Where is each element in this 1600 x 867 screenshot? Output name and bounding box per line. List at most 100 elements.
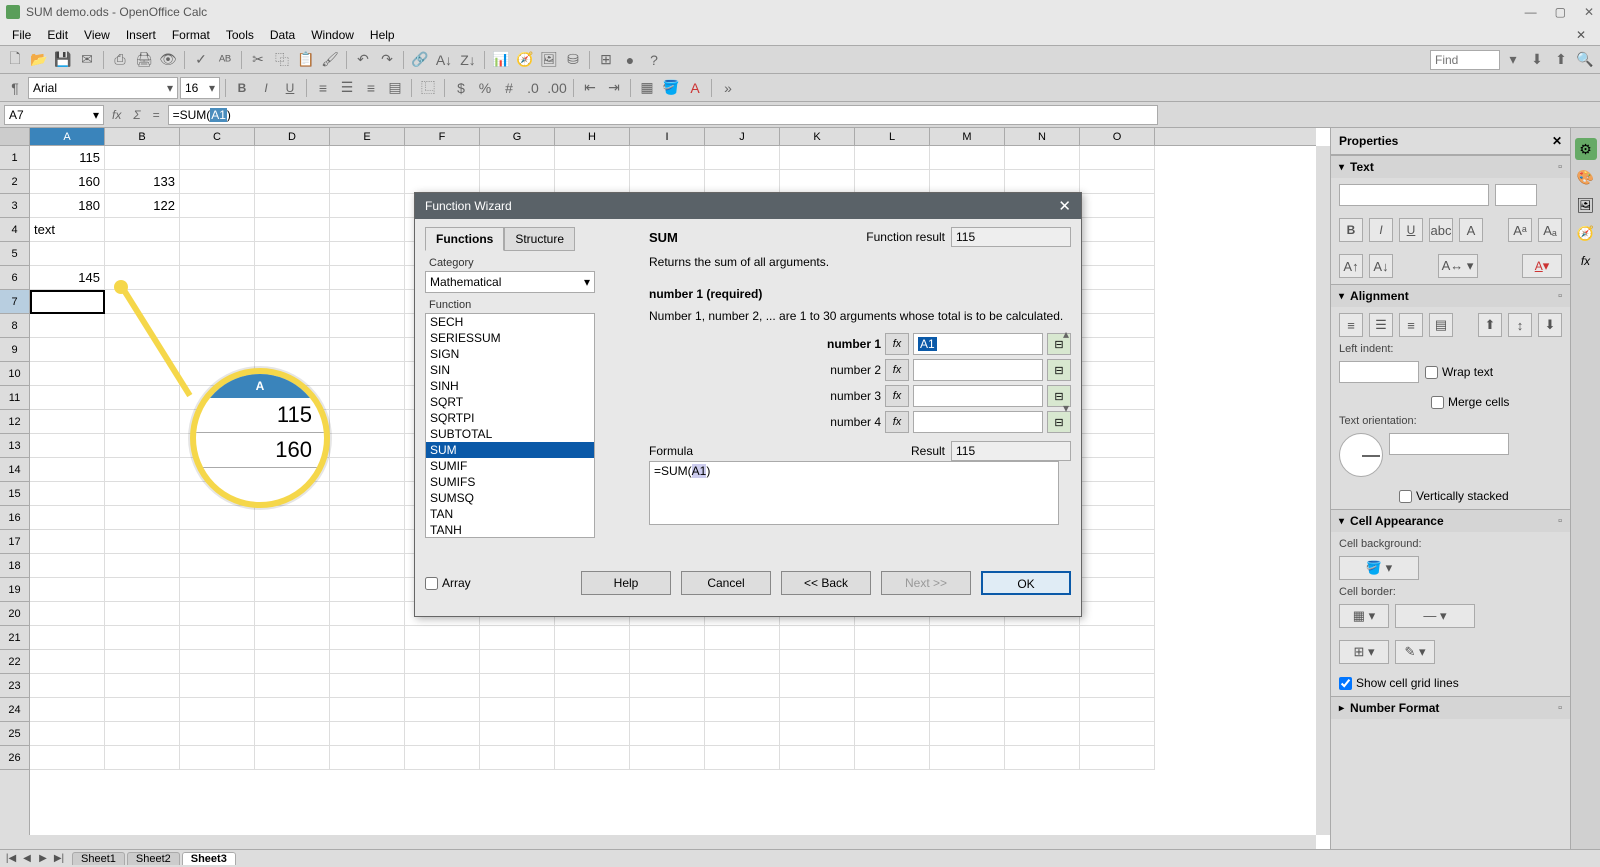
clone-format-icon[interactable]: 🖌 (319, 49, 341, 71)
more-icon[interactable]: » (717, 77, 739, 99)
cell[interactable] (1080, 506, 1155, 530)
cancel-button[interactable]: Cancel (681, 571, 771, 595)
row-header-15[interactable]: 15 (0, 482, 29, 506)
cell[interactable] (330, 410, 405, 434)
cell[interactable] (330, 674, 405, 698)
cell-value[interactable]: text (30, 218, 105, 242)
bg-color-icon[interactable]: 🪣 (660, 77, 682, 99)
percent-icon[interactable]: % (474, 77, 496, 99)
valign-bot-btn[interactable]: ⬇ (1538, 313, 1562, 337)
cell[interactable] (180, 338, 255, 362)
cell[interactable] (105, 578, 180, 602)
open-icon[interactable]: 📂 (28, 49, 50, 71)
arg-fx-button[interactable]: fx (885, 411, 909, 433)
cell[interactable] (1080, 242, 1155, 266)
email-icon[interactable]: ✉ (76, 49, 98, 71)
cell[interactable] (255, 602, 330, 626)
arg-fx-button[interactable]: fx (885, 385, 909, 407)
font-size-combo[interactable]: 16▾ (180, 77, 220, 99)
cell[interactable] (255, 338, 330, 362)
cell[interactable] (1080, 218, 1155, 242)
valign-top-btn[interactable]: ⬆ (1478, 313, 1502, 337)
cell[interactable] (1080, 338, 1155, 362)
cell[interactable] (1080, 458, 1155, 482)
cell[interactable] (405, 650, 480, 674)
cell[interactable] (105, 146, 180, 170)
cell[interactable] (705, 650, 780, 674)
menu-edit[interactable]: Edit (39, 26, 76, 44)
cell[interactable] (180, 746, 255, 770)
cell[interactable] (705, 722, 780, 746)
arg-input-4[interactable] (913, 411, 1043, 433)
gallery-icon[interactable]: 🖼 (538, 49, 560, 71)
cell[interactable] (480, 650, 555, 674)
cell[interactable] (255, 266, 330, 290)
cell[interactable] (330, 194, 405, 218)
array-checkbox[interactable] (425, 577, 438, 590)
save-icon[interactable]: 💾 (52, 49, 74, 71)
col-header-H[interactable]: H (555, 128, 630, 145)
formula-textarea[interactable]: =SUM(A1) (649, 461, 1059, 525)
cell[interactable] (1080, 266, 1155, 290)
cell[interactable] (1080, 170, 1155, 194)
cell[interactable] (30, 626, 105, 650)
align-left-icon[interactable]: ≡ (312, 77, 334, 99)
col-header-K[interactable]: K (780, 128, 855, 145)
cell[interactable] (930, 170, 1005, 194)
cell[interactable] (105, 626, 180, 650)
cell[interactable] (255, 482, 330, 506)
cell[interactable] (330, 698, 405, 722)
cell-border-color-btn[interactable]: ✎ ▾ (1395, 640, 1435, 664)
arg-fx-button[interactable]: fx (885, 359, 909, 381)
equals-icon[interactable]: = (149, 108, 164, 122)
cell[interactable] (1080, 578, 1155, 602)
orientation-input[interactable] (1389, 433, 1509, 455)
cell[interactable] (30, 578, 105, 602)
cell[interactable] (405, 722, 480, 746)
cell[interactable] (555, 674, 630, 698)
cell[interactable] (555, 626, 630, 650)
cell[interactable] (1080, 674, 1155, 698)
cell[interactable] (555, 650, 630, 674)
row-header-22[interactable]: 22 (0, 650, 29, 674)
cell[interactable] (780, 650, 855, 674)
cell[interactable] (330, 146, 405, 170)
cell[interactable] (255, 674, 330, 698)
cell[interactable] (630, 722, 705, 746)
cell-value[interactable]: 122 (105, 194, 180, 218)
col-header-E[interactable]: E (330, 128, 405, 145)
col-header-G[interactable]: G (480, 128, 555, 145)
cell[interactable] (405, 626, 480, 650)
row-header-9[interactable]: 9 (0, 338, 29, 362)
select-all-corner[interactable] (0, 128, 30, 146)
cell[interactable] (855, 722, 930, 746)
cell[interactable] (180, 722, 255, 746)
cell[interactable] (255, 314, 330, 338)
cell[interactable] (480, 146, 555, 170)
cell[interactable] (255, 698, 330, 722)
cell[interactable] (930, 722, 1005, 746)
menu-file[interactable]: File (4, 26, 39, 44)
bold-btn[interactable]: B (1339, 218, 1363, 242)
copy-icon[interactable]: ⿻ (271, 49, 293, 71)
datasource-icon[interactable]: ⛁ (562, 49, 584, 71)
cell[interactable] (780, 626, 855, 650)
row-header-2[interactable]: 2 (0, 170, 29, 194)
cell[interactable] (330, 626, 405, 650)
function-list[interactable]: SECHSERIESSUMSIGNSINSINHSQRTSQRTPISUBTOT… (425, 313, 595, 538)
cell[interactable] (180, 146, 255, 170)
section-cell-appearance[interactable]: ▾Cell Appearance▫ (1331, 510, 1570, 532)
sidebar-styles-icon[interactable]: 🎨 (1575, 166, 1597, 188)
cell[interactable] (1080, 434, 1155, 458)
currency-icon[interactable]: $ (450, 77, 472, 99)
cell[interactable] (180, 290, 255, 314)
col-header-I[interactable]: I (630, 128, 705, 145)
cell[interactable] (930, 674, 1005, 698)
function-item[interactable]: SERIESSUM (426, 330, 594, 346)
cell[interactable] (705, 626, 780, 650)
cell[interactable] (30, 602, 105, 626)
autocorrect-icon[interactable]: ᴬᴮ (214, 49, 236, 71)
chart-icon[interactable]: 📊 (490, 49, 512, 71)
cell[interactable] (1080, 410, 1155, 434)
row-header-12[interactable]: 12 (0, 410, 29, 434)
